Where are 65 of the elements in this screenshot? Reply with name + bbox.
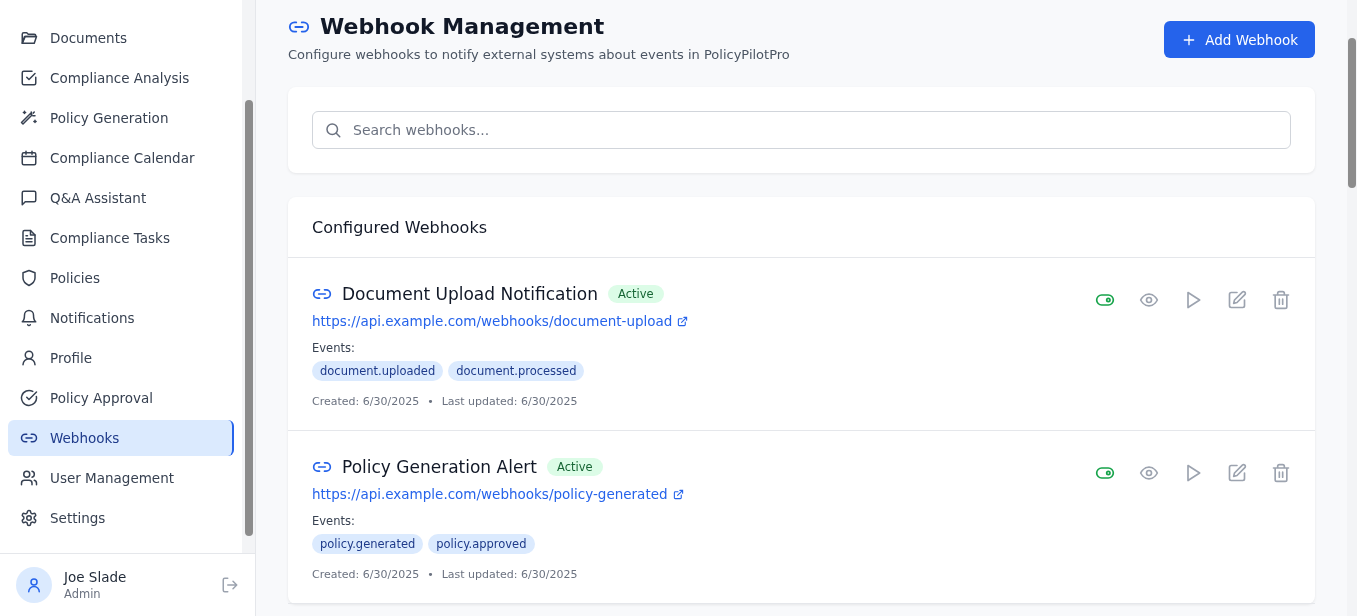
search-field[interactable]: Search webhooks...: [312, 111, 1291, 149]
users-icon: [20, 469, 38, 487]
sidebar-item[interactable]: Webhooks: [8, 420, 234, 456]
edit-icon[interactable]: [1227, 463, 1247, 483]
created-date: Created: 6/30/2025: [312, 395, 420, 408]
scrollbar-thumb[interactable]: [1348, 38, 1356, 188]
sidebar-item[interactable]: Compliance Tasks: [8, 220, 234, 256]
checkbox-icon: [20, 69, 38, 87]
event-tag: policy.approved: [428, 534, 535, 554]
sidebar-item[interactable]: Documents: [8, 20, 234, 56]
sidebar-item[interactable]: Notifications: [8, 300, 234, 336]
event-tag: document.processed: [448, 361, 585, 381]
folder-icon: [20, 29, 38, 47]
speech-bubble-icon: [20, 189, 38, 207]
external-link-icon[interactable]: [672, 488, 684, 500]
sidebar-item[interactable]: Compliance Analysis: [8, 60, 234, 96]
webhook-name: Document Upload Notification: [342, 284, 598, 304]
event-tag: document.uploaded: [312, 361, 444, 381]
scrollbar-thumb[interactable]: [245, 100, 253, 536]
sidebar-item[interactable]: Compliance Calendar: [8, 140, 234, 176]
sidebar-item[interactable]: Profile: [8, 340, 234, 376]
edit-icon[interactable]: [1227, 290, 1247, 310]
page-subtitle: Configure webhooks to notify external systems about events in PolicyPilotPro: [288, 47, 790, 62]
delete-icon[interactable]: [1271, 290, 1291, 310]
page-title: Webhook Management: [320, 14, 605, 39]
sidebar-item[interactable]: Policy Approval: [8, 380, 234, 416]
user-icon: [20, 349, 38, 367]
sidebar-item[interactable]: Settings: [8, 500, 234, 536]
sidebar-item[interactable]: Policies: [8, 260, 234, 296]
sidebar-item[interactable]: User Management: [8, 460, 234, 496]
add-webhook-button[interactable]: Add Webhook: [1164, 21, 1315, 58]
shield-icon: [20, 269, 38, 287]
updated-date: Last updated: 6/30/2025: [441, 568, 578, 581]
sidebar-item[interactable]: Policy Generation: [8, 100, 234, 136]
delete-icon[interactable]: [1271, 463, 1291, 483]
section-title: Configured Webhooks: [312, 217, 487, 237]
user-role: Admin: [64, 587, 102, 601]
magic-wand-icon: [20, 109, 38, 127]
events-label: Events:: [312, 514, 356, 528]
check-circle-icon: [20, 389, 38, 407]
calendar-icon: [20, 149, 38, 167]
updated-date: Last updated: 6/30/2025: [441, 395, 578, 408]
scrollbar[interactable]: [242, 0, 255, 553]
external-link-icon[interactable]: [677, 315, 689, 327]
user-icon: [25, 576, 43, 594]
separator-dot: •: [427, 395, 434, 408]
webhook-url[interactable]: https://api.example.com/webhooks/document-upload: [312, 313, 673, 329]
view-icon[interactable]: [1139, 463, 1159, 483]
status-badge: Active: [608, 285, 664, 303]
status-badge: Active: [547, 458, 603, 476]
bell-icon: [20, 309, 38, 327]
sidebar-item[interactable]: Q&A Assistant: [8, 180, 234, 216]
created-date: Created: 6/30/2025: [312, 568, 420, 581]
settings-icon: [20, 509, 38, 527]
event-tag: policy.generated: [312, 534, 424, 554]
events-label: Events:: [312, 341, 356, 355]
document-icon: [20, 229, 38, 247]
view-icon[interactable]: [1139, 290, 1159, 310]
scrollbar[interactable]: [1347, 0, 1357, 616]
webhook-name: Policy Generation Alert: [342, 457, 537, 477]
separator-dot: •: [427, 568, 434, 581]
user-name: Joe Slade: [64, 569, 128, 585]
webhook-url[interactable]: https://api.example.com/webhooks/policy-generated: [312, 486, 668, 502]
search-icon: [324, 121, 342, 139]
logout-icon[interactable]: [221, 576, 239, 594]
